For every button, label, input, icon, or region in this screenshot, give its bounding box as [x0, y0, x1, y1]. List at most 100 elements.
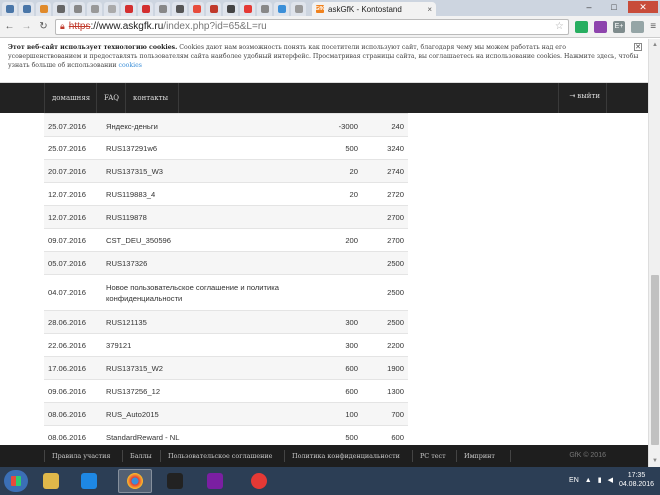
clock[interactable]: 17:35 04.08.2016: [619, 471, 654, 489]
cell-balance: 2500: [362, 251, 408, 275]
tab-generic-13[interactable]: [274, 2, 289, 16]
cell-date: 28.06.2016: [44, 310, 102, 334]
menu-icon[interactable]: ≡: [650, 21, 656, 32]
site-footer: Правила участия Баллы Пользовательское с…: [0, 445, 648, 467]
tab-youtube[interactable]: [121, 2, 136, 16]
cell-balance: 2500: [362, 310, 408, 334]
cell-balance: 240: [362, 113, 408, 137]
reload-icon[interactable]: ↻: [38, 21, 49, 33]
nav-contacts[interactable]: контакты: [133, 94, 168, 102]
site-nav: домашняя FAQ контакты ⇥ выйти: [0, 83, 648, 113]
table-row: 17.06.2016 RUS137315_W2 600 1900: [44, 356, 408, 380]
scroll-up-icon[interactable]: ▲: [649, 39, 660, 51]
tab-generic-1[interactable]: [53, 2, 68, 16]
language-indicator[interactable]: EN: [569, 477, 579, 484]
footer-points-link[interactable]: Баллы: [130, 452, 152, 460]
cell-amount: -3000: [312, 113, 362, 137]
tab-generic-4[interactable]: [104, 2, 119, 16]
network-icon[interactable]: ▮: [598, 476, 602, 484]
table-row: 12.07.2016 RUS119883_4 20 2720: [44, 182, 408, 206]
footer-agreement-link[interactable]: Пользовательское соглашение: [168, 452, 272, 460]
logout-label: выйти: [577, 92, 600, 100]
address-bar[interactable]: 🔒︎ https://www.askgfk.ru/index.php?id=65…: [55, 18, 569, 35]
cell-description: Яндекс-деньги: [102, 113, 312, 137]
start-button[interactable]: [4, 470, 28, 492]
scroll-thumb[interactable]: [651, 275, 659, 445]
tab-generic-12[interactable]: [257, 2, 272, 16]
cell-description: RUS137315_W2: [102, 356, 312, 380]
logout-icon: ⇥: [569, 92, 576, 100]
extension-2-icon[interactable]: [593, 20, 607, 33]
taskbar-app-5[interactable]: [198, 469, 232, 493]
visual-studio-icon: [207, 473, 223, 489]
tab-askgfk[interactable]: GfK askGfK - Kontostand ×: [312, 2, 436, 16]
tab-vk[interactable]: [2, 2, 17, 16]
forward-icon[interactable]: →: [21, 21, 32, 33]
insecure-lock-icon[interactable]: 🔒︎: [60, 21, 65, 32]
cell-date: 04.07.2016: [44, 274, 102, 311]
table-row: 25.07.2016 Яндекс-деньги -3000 240: [44, 113, 408, 137]
taskbar-media[interactable]: [72, 469, 106, 493]
cookie-link[interactable]: cookies: [118, 62, 141, 69]
nav-divider: [125, 83, 126, 113]
tab-generic-7[interactable]: [172, 2, 187, 16]
footer-privacy-link[interactable]: Политика конфиденциальности: [292, 452, 400, 460]
taskbar-chrome[interactable]: [118, 469, 152, 493]
media-player-icon: [81, 473, 97, 489]
nav-divider: [96, 83, 97, 113]
footer-rules-link[interactable]: Правила участия: [52, 452, 110, 460]
nav-home[interactable]: домашняя: [52, 94, 90, 102]
cell-description: RUS119878: [102, 205, 312, 229]
nav-faq[interactable]: FAQ: [104, 94, 119, 102]
tab-generic-3[interactable]: [87, 2, 102, 16]
taskbar-app-4[interactable]: [158, 469, 192, 493]
cell-date: 12.07.2016: [44, 205, 102, 229]
cell-description: 379121: [102, 333, 312, 357]
scroll-down-icon[interactable]: ▼: [649, 455, 660, 467]
taskbar-explorer[interactable]: [34, 469, 68, 493]
tab-generic-6[interactable]: [155, 2, 170, 16]
footer-imprint-link[interactable]: Импринт: [464, 452, 495, 460]
tab-vk-2[interactable]: [19, 2, 34, 16]
tab-generic-8[interactable]: [189, 2, 204, 16]
system-tray: EN ▲ ▮ ◀ 17:35 04.08.2016: [569, 471, 654, 489]
taskbar-opera[interactable]: [242, 469, 276, 493]
close-window-button[interactable]: ✕: [628, 1, 658, 13]
tab-mail[interactable]: [36, 2, 51, 16]
extension-1-icon[interactable]: [574, 20, 588, 33]
volume-icon[interactable]: ◀: [608, 476, 613, 484]
cookie-close-icon[interactable]: ✕: [634, 43, 642, 51]
table-row: 28.06.2016 RUS121135 300 2500: [44, 310, 408, 334]
footer-divider: [160, 450, 161, 462]
tab-generic-5[interactable]: [138, 2, 153, 16]
cell-balance: 700: [362, 402, 408, 426]
footer-pctest-link[interactable]: PC тест: [420, 452, 446, 460]
cell-amount: 200: [312, 228, 362, 252]
cell-balance: 1900: [362, 356, 408, 380]
logout-link[interactable]: ⇥ выйти: [569, 92, 600, 100]
cell-description: CST_DEU_350596: [102, 228, 312, 252]
maximize-button[interactable]: □: [603, 1, 625, 13]
tab-generic-9[interactable]: [206, 2, 221, 16]
footer-copyright: GfK © 2016: [569, 452, 606, 459]
tray-arrow-icon[interactable]: ▲: [585, 477, 592, 484]
extension-3-icon[interactable]: E+: [612, 20, 626, 33]
bookmark-star-icon[interactable]: ☆: [555, 21, 564, 32]
tab-close-icon[interactable]: ×: [427, 5, 432, 14]
cell-amount: 300: [312, 310, 362, 334]
cell-balance: 2700: [362, 205, 408, 229]
tab-generic-11[interactable]: [240, 2, 255, 16]
cell-balance: 2740: [362, 159, 408, 183]
cell-amount: [312, 205, 362, 229]
tab-generic-2[interactable]: [70, 2, 85, 16]
tab-generic-10[interactable]: [223, 2, 238, 16]
page-scrollbar[interactable]: ▲ ▼: [648, 39, 660, 467]
url-scheme: https: [68, 21, 91, 32]
cell-date: 25.07.2016: [44, 113, 102, 137]
tab-generic-14[interactable]: [291, 2, 306, 16]
minimize-button[interactable]: –: [578, 1, 600, 13]
back-icon[interactable]: ←: [4, 21, 15, 33]
cell-description: Новое пользовательское соглашение и поли…: [102, 274, 312, 311]
extension-4-icon[interactable]: [631, 20, 645, 33]
cell-amount: 600: [312, 379, 362, 403]
